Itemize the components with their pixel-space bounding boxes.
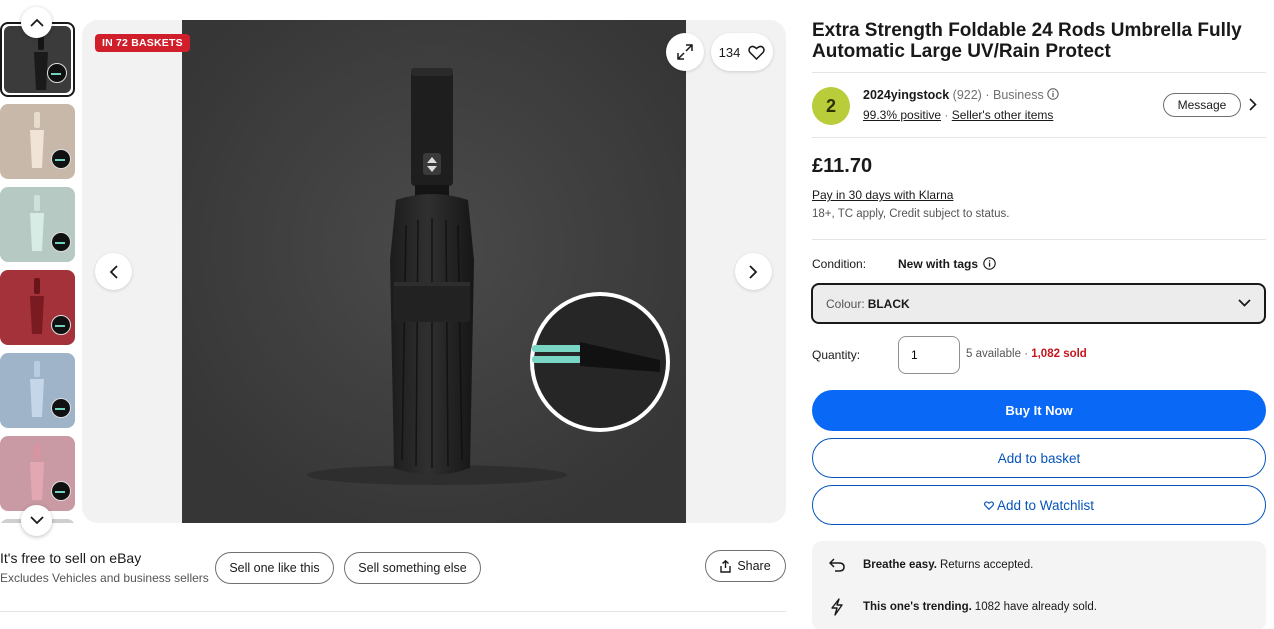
promo-trending: This one's trending. 1082 have already s… [824,594,1097,620]
info-icon[interactable] [1047,88,1059,100]
add-to-watchlist-button[interactable]: Add to Watchlist [812,485,1266,525]
divider [0,611,786,612]
divider [812,239,1266,240]
main-product-image[interactable]: IN 72 BASKETS 134 [82,20,786,523]
klarna-link[interactable]: Pay in 30 days with Klarna [812,188,953,202]
promo-returns-text: Returns accepted. [939,559,1034,571]
seller-info: 2024yingstock (922) · Business [863,88,1059,102]
umbrella-thumb-icon [30,444,44,500]
share-icon [720,559,732,573]
quantity-input[interactable] [898,336,960,374]
umbrella-thumb-icon [30,112,44,168]
heart-icon [748,45,766,60]
promo-trending-text: 1082 have already sold. [974,601,1097,613]
expand-icon [677,44,693,60]
product-title: Extra Strength Foldable 24 Rods Umbrella… [812,20,1242,62]
thumbnails-down-button[interactable] [21,505,52,536]
thumbnails-up-button[interactable] [21,7,52,38]
available-count: 5 available [966,348,1021,360]
heart-icon [983,500,994,510]
share-label: Share [737,559,771,573]
price: £11.70 [812,155,873,177]
thumbnail-pink[interactable] [0,436,75,511]
promo-trending-bold: This one's trending. [863,601,972,613]
sell-something-else-button[interactable]: Sell something else [344,552,481,584]
colour-label: Colour: [826,296,865,311]
divider [812,72,1266,73]
detail-inset-icon [51,398,71,418]
share-button[interactable]: Share [705,550,786,582]
chevron-down-icon [1238,299,1251,307]
umbrella-thumb-icon [30,195,44,251]
sell-one-like-this-button[interactable]: Sell one like this [215,552,334,584]
detail-inset-icon [51,232,71,252]
chevron-right-icon[interactable] [1249,98,1257,111]
detail-inset-icon [51,481,71,501]
watch-count: 134 [718,44,741,60]
baskets-badge: IN 72 BASKETS [95,34,190,52]
condition-label: Condition: [812,257,867,271]
seller-type: Business [992,88,1044,102]
sold-count: 1,082 sold [1031,348,1087,360]
message-seller-button[interactable]: Message [1163,93,1241,117]
promo-returns: Breathe easy. Returns accepted. [824,552,1033,578]
detail-inset-icon [51,315,71,335]
promo-returns-bold: Breathe easy. [863,559,937,571]
seller-other-items-link[interactable]: Seller's other items [952,108,1054,122]
watch-count-button[interactable]: 134 [711,33,773,71]
detail-inset-icon [51,149,71,169]
colour-value: BLACK [867,296,910,311]
klarna-note: 18+, TC apply, Credit subject to status. [812,208,1010,220]
thumbnail-blue[interactable] [0,353,75,428]
chevron-up-icon [29,18,44,27]
colour-select[interactable]: Colour: BLACK [811,283,1266,324]
info-icon[interactable] [983,257,996,270]
divider [812,137,1266,138]
thumbnail-mint[interactable] [0,187,75,262]
thumbnail-red[interactable] [0,270,75,345]
quantity-label: Quantity: [812,348,861,362]
chevron-down-icon [29,516,44,525]
return-arrow-icon [824,552,850,578]
chevron-right-icon [749,264,758,279]
sell-title: It's free to sell on eBay [0,550,142,566]
next-image-button[interactable] [735,253,772,290]
chevron-left-icon [109,264,118,279]
umbrella-thumb-icon [34,34,48,90]
detail-inset-icon [47,63,67,83]
thumbnail-beige[interactable] [0,104,75,179]
thumbnail-strip [0,20,77,523]
umbrella-thumb-icon [30,361,44,417]
quantity-availability: 5 available · 1,082 sold [966,348,1087,360]
condition-value: New with tags [898,257,979,271]
seller-links: 99.3% positive · Seller's other items [863,108,1053,122]
product-photo [182,20,686,523]
expand-image-button[interactable] [666,33,704,71]
seller-avatar[interactable]: 2 [812,87,850,125]
sell-subtitle: Excludes Vehicles and business sellers [0,571,209,585]
add-to-basket-button[interactable]: Add to basket [812,438,1266,478]
umbrella-thumb-icon [30,278,44,334]
promo-box: Breathe easy. Returns accepted. This one… [812,541,1266,629]
lightning-icon [824,594,850,620]
umbrella-illustration [182,20,686,523]
separator-dot: · [985,88,990,102]
seller-positive-link[interactable]: 99.3% positive [863,108,941,122]
seller-name[interactable]: 2024yingstock [863,88,949,102]
previous-image-button[interactable] [95,253,132,290]
seller-feedback-count: (922) [952,88,982,102]
buy-it-now-button[interactable]: Buy It Now [812,390,1266,431]
separator-dot: · [944,108,949,122]
watchlist-label: Add to Watchlist [996,497,1095,513]
